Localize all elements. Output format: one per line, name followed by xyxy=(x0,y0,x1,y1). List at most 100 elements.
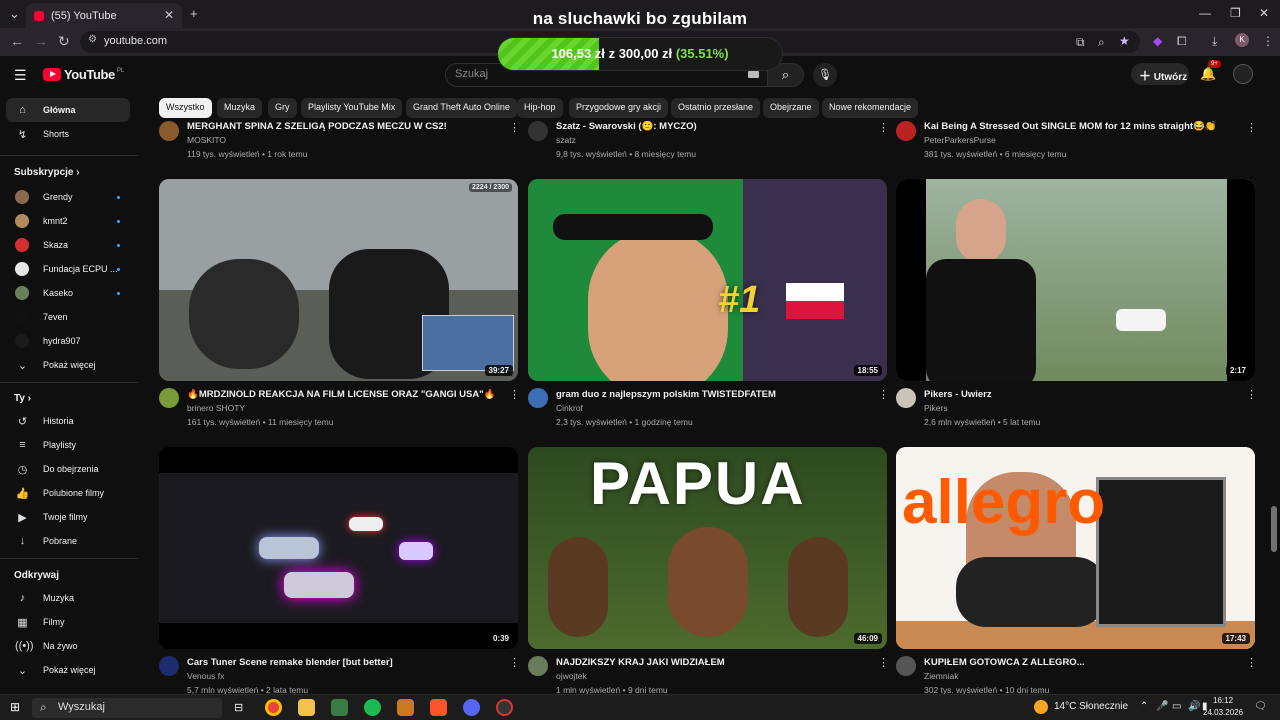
profile-avatar[interactable]: K xyxy=(1235,33,1249,47)
sidebar-item-główna[interactable]: ⌂ Główna xyxy=(6,98,130,122)
video-title[interactable]: Cars Tuner Scene remake blender [but bet… xyxy=(187,657,497,668)
account-avatar[interactable] xyxy=(1233,64,1253,84)
more-options-icon[interactable]: ⋮ xyxy=(1246,388,1257,401)
sidebar-item-twoje-filmy[interactable]: ▶ Twoje filmy xyxy=(6,505,130,529)
channel-name[interactable]: brinero SHOTY xyxy=(187,403,245,413)
more-options-icon[interactable]: ⋮ xyxy=(509,121,520,134)
channel-name[interactable]: Cinkrof xyxy=(556,403,583,413)
video-title[interactable]: gram duo z najlepszym polskim TWISTEDFAT… xyxy=(556,389,866,400)
chip-7[interactable]: Ostatnio przesłane xyxy=(671,98,761,118)
notification-center-icon[interactable]: 🗨 xyxy=(1254,701,1267,712)
file-explorer-taskbar-icon[interactable] xyxy=(298,699,315,716)
video-title[interactable]: 🔥MRDZINOLD REAKCJA NA FILM LICENSE ORAZ … xyxy=(187,389,497,400)
channel-name[interactable]: Pikers xyxy=(924,403,948,413)
sidebar-item-kaseko[interactable]: Kaseko xyxy=(6,281,130,305)
more-options-icon[interactable]: ⋮ xyxy=(509,388,520,401)
channel-avatar[interactable] xyxy=(159,656,179,676)
zoom-icon[interactable]: ⌕ xyxy=(1098,35,1105,50)
forward-icon[interactable]: → xyxy=(34,33,48,49)
channel-name[interactable]: PeterParkersPurse xyxy=(924,135,996,145)
bookmark-star-icon[interactable]: ★ xyxy=(1119,34,1130,48)
scrollbar[interactable] xyxy=(1271,506,1277,552)
channel-avatar[interactable] xyxy=(159,388,179,408)
cast-icon[interactable]: ⧉ xyxy=(1076,35,1085,50)
video-title[interactable]: NAJDZIKSZY KRAJ JAKI WIDZIAŁEM xyxy=(556,657,866,668)
site-info-icon[interactable]: ⚙ xyxy=(88,34,97,45)
channel-name[interactable]: Ziemniak xyxy=(924,671,958,681)
video-thumbnail[interactable]: 2224 / 2300 39:27 xyxy=(159,179,518,381)
downloads-icon[interactable]: ⤓ xyxy=(1212,34,1217,49)
discord-taskbar-icon[interactable] xyxy=(463,699,480,716)
network-icon[interactable]: ▭ xyxy=(1172,701,1181,712)
channel-name[interactable]: MOSKITO xyxy=(187,135,226,145)
mic-tray-icon[interactable]: 🎤 xyxy=(1156,701,1168,712)
video-title[interactable]: Pikers - Uwierz xyxy=(924,389,1234,400)
video-thumbnail[interactable]: 2:17 xyxy=(896,179,1255,381)
channel-avatar[interactable] xyxy=(528,388,548,408)
chip-2[interactable]: Gry xyxy=(268,98,297,118)
chip-4[interactable]: Grand Theft Auto Online xyxy=(406,98,517,118)
channel-name[interactable]: Venous fx xyxy=(187,671,224,681)
more-options-icon[interactable]: ⋮ xyxy=(1246,121,1257,134)
chip-1[interactable]: Muzyka xyxy=(217,98,263,118)
weather-text[interactable]: 14°C Słonecznie xyxy=(1054,701,1128,712)
chrome-taskbar-icon[interactable] xyxy=(265,699,282,716)
channel-name[interactable]: szatz xyxy=(556,135,576,145)
keyboard-icon[interactable] xyxy=(748,71,759,78)
chip-9[interactable]: Nowe rekomendacje xyxy=(822,98,919,118)
sidebar-item-shorts[interactable]: ↯ Shorts xyxy=(6,122,130,146)
more-options-icon[interactable]: ⋮ xyxy=(878,121,889,134)
sidebar-item-grendy[interactable]: Grendy xyxy=(6,185,130,209)
video-title[interactable]: MERGHANT SPINA Z SZELIGĄ PODCZAS MECZU W… xyxy=(187,121,487,132)
extensions-puzzle-icon[interactable]: ⧠ xyxy=(1177,34,1187,49)
extension-icon[interactable]: ◆ xyxy=(1153,34,1162,48)
sidebar-item-polubione-filmy[interactable]: 👍 Polubione filmy xyxy=(6,481,130,505)
sidebar-item-skaza[interactable]: Skaza xyxy=(6,233,130,257)
voice-search-button[interactable]: 🎙 xyxy=(813,63,837,87)
windows-start-icon[interactable]: ⊞ xyxy=(10,700,20,714)
video-thumbnail[interactable]: 0:39 xyxy=(159,447,518,649)
app2-taskbar-icon[interactable] xyxy=(397,699,414,716)
sidebar-item-7even[interactable]: 7even xyxy=(6,305,130,329)
spotify-taskbar-icon[interactable] xyxy=(364,699,381,716)
sidebar-item-pobrane[interactable]: ↓ Pobrane xyxy=(6,529,130,553)
chip-3[interactable]: Playlisty YouTube Mix xyxy=(301,98,403,118)
channel-avatar[interactable] xyxy=(528,656,548,676)
obs-taskbar-icon[interactable] xyxy=(496,699,513,716)
more-options-icon[interactable]: ⋮ xyxy=(1246,656,1257,669)
clock-date[interactable]: 24.03.2026 xyxy=(1203,708,1243,717)
youtube-logo[interactable]: YouTube PL xyxy=(43,67,124,82)
sidebar-item-muzyka[interactable]: ♪ Muzyka xyxy=(6,586,130,610)
sidebar-section-title[interactable]: Ty › xyxy=(14,393,31,404)
sidebar-section-title[interactable]: Subskrypcje › xyxy=(14,167,80,178)
notifications-bell-icon[interactable]: 🔔 9+ xyxy=(1200,60,1221,82)
create-button[interactable]: ＋ Utwórz xyxy=(1131,63,1189,85)
more-options-icon[interactable]: ⋮ xyxy=(878,656,889,669)
sidebar-item-fundacja-ecpu-[interactable]: Fundacja ECPU ... xyxy=(6,257,130,281)
brave-taskbar-icon[interactable] xyxy=(430,699,447,716)
video-title[interactable]: Szatz - Swarovski (🙂: MYCZO) xyxy=(556,121,856,132)
more-options-icon[interactable]: ⋮ xyxy=(878,388,889,401)
sidebar-item-filmy[interactable]: ▦ Filmy xyxy=(6,610,130,634)
channel-avatar[interactable] xyxy=(528,121,548,141)
channel-avatar[interactable] xyxy=(896,121,916,141)
sidebar-item-na-żywo[interactable]: ((•)) Na żywo xyxy=(6,634,130,658)
channel-avatar[interactable] xyxy=(159,121,179,141)
video-title[interactable]: Kai Being A Stressed Out SINGLE MOM for … xyxy=(924,121,1224,132)
video-title[interactable]: KUPIŁEM GOTOWCA Z ALLEGRO... xyxy=(924,657,1234,668)
sidebar-item-playlisty[interactable]: ≡ Playlisty xyxy=(6,433,130,457)
sidebar-section-title[interactable]: Odkrywaj xyxy=(14,570,59,581)
sidebar-item-more2[interactable]: ⌄ Pokaż więcej xyxy=(6,658,130,682)
volume-icon[interactable]: 🔊 xyxy=(1188,701,1200,712)
task-view-icon[interactable]: ⊟ xyxy=(234,701,243,714)
chip-8[interactable]: Obejrzane xyxy=(763,98,819,118)
hamburger-menu-icon[interactable]: ☰ xyxy=(14,67,27,84)
video-thumbnail[interactable]: PAPUA 46:09 xyxy=(528,447,887,649)
app-taskbar-icon[interactable] xyxy=(331,699,348,716)
clock-time[interactable]: 16:12 xyxy=(1213,696,1233,705)
sidebar-item-do-obejrzenia[interactable]: ◷ Do obejrzenia xyxy=(6,457,130,481)
video-thumbnail[interactable]: allegro 17:43 xyxy=(896,447,1255,649)
sidebar-item-more[interactable]: ⌄ Pokaż więcej xyxy=(6,353,130,377)
sidebar-item-kmnt2[interactable]: kmnt2 xyxy=(6,209,130,233)
more-options-icon[interactable]: ⋮ xyxy=(509,656,520,669)
